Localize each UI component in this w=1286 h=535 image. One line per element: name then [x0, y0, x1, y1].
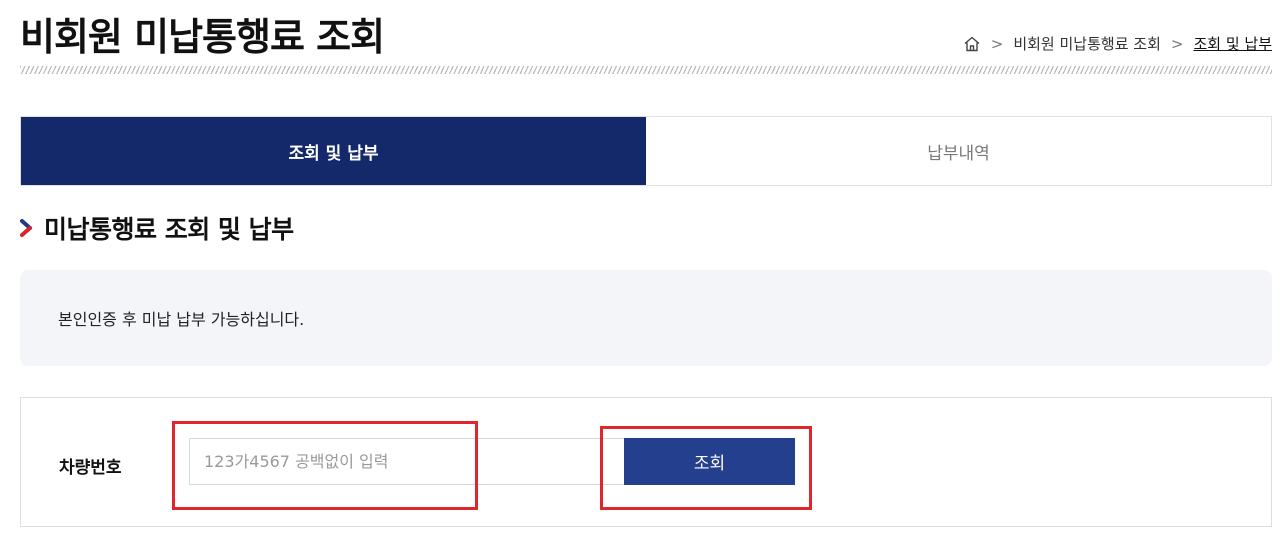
breadcrumb-item-unpaid-toll[interactable]: 비회원 미납통행료 조회: [1013, 33, 1161, 54]
breadcrumb-separator: >: [990, 34, 1004, 53]
section-title: 미납통행료 조회 및 납부: [44, 215, 294, 244]
tab-bar: 조회 및 납부 납부내역: [20, 116, 1272, 186]
breadcrumb: > 비회원 미납통행료 조회 > 조회 및 납부: [963, 33, 1272, 54]
tab-inquiry-payment[interactable]: 조회 및 납부: [21, 117, 646, 185]
breadcrumb-item-current[interactable]: 조회 및 납부: [1193, 33, 1272, 54]
section-heading: 미납통행료 조회 및 납부: [20, 210, 294, 246]
breadcrumb-separator: >: [1170, 34, 1184, 53]
vehicle-number-label: 차량번호: [59, 458, 122, 478]
vehicle-search-form: 차량번호 조회: [20, 397, 1272, 527]
search-button[interactable]: 조회: [624, 438, 795, 485]
vehicle-number-input[interactable]: [189, 438, 625, 485]
home-icon[interactable]: [963, 35, 981, 53]
title-divider: [20, 66, 1272, 74]
notice-box: 본인인증 후 미납 납부 가능하십니다.: [20, 270, 1272, 366]
chevron-right-icon: [20, 218, 34, 238]
page-title: 비회원 미납통행료 조회: [20, 15, 385, 59]
tab-payment-history[interactable]: 납부내역: [646, 117, 1271, 185]
notice-text: 본인인증 후 미납 납부 가능하십니다.: [58, 310, 305, 329]
